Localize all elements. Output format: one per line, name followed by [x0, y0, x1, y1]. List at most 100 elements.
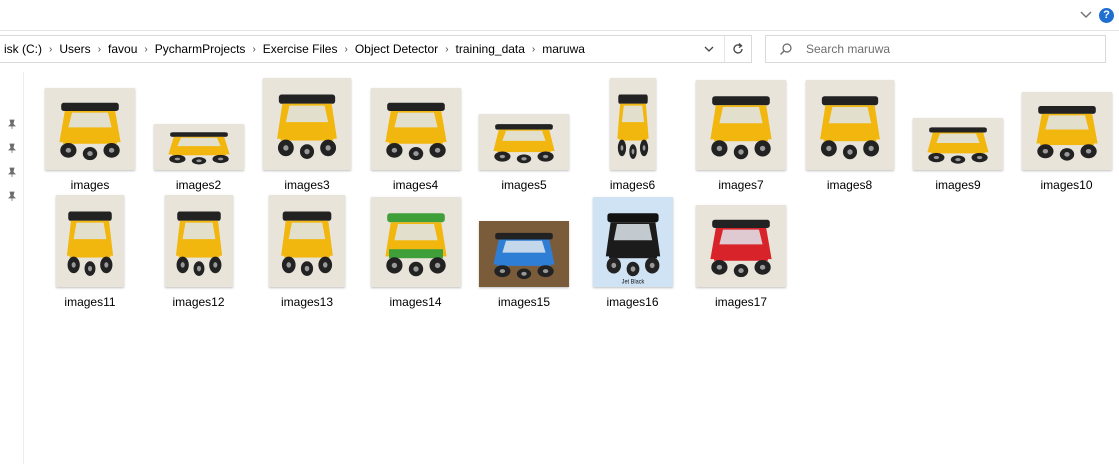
file-name-label: images7	[718, 178, 764, 192]
rickshaw-thumbnail-image	[913, 118, 1003, 170]
file-item[interactable]: Jet Black images16	[583, 195, 683, 311]
file-list: images images2 images3 images4 images5 images…	[40, 78, 1119, 464]
search-input[interactable]: Search maruwa	[806, 42, 890, 56]
file-thumbnail[interactable]	[1021, 92, 1112, 170]
breadcrumb: isk (C:) › Users › favou › PycharmProjects › Exe…	[0, 36, 589, 62]
rickshaw-thumbnail-image	[45, 88, 135, 170]
file-thumbnail[interactable]	[153, 124, 244, 170]
file-thumbnail[interactable]	[609, 78, 656, 170]
file-thumbnail[interactable]: Jet Black	[592, 197, 673, 287]
breadcrumb-item[interactable]: maruwa	[538, 42, 589, 56]
file-item[interactable]: images12	[149, 195, 249, 311]
search-icon	[780, 43, 792, 55]
file-item[interactable]: images2	[149, 78, 249, 194]
rickshaw-thumbnail-image	[56, 195, 124, 287]
breadcrumb-separator-icon[interactable]: ›	[141, 44, 150, 55]
file-name-label: images12	[172, 295, 225, 309]
breadcrumb-item[interactable]: training_data	[452, 42, 529, 56]
breadcrumb-separator-icon[interactable]: ›	[95, 44, 104, 55]
file-thumbnail[interactable]	[56, 195, 124, 287]
rickshaw-thumbnail-image	[370, 197, 461, 287]
file-thumbnail[interactable]	[913, 118, 1003, 170]
file-name-label: images16	[606, 295, 659, 309]
file-item[interactable]: images11	[40, 195, 140, 311]
file-name-label: images4	[392, 178, 439, 192]
rickshaw-thumbnail-image	[696, 80, 786, 170]
breadcrumb-separator-icon[interactable]: ›	[341, 44, 350, 55]
file-thumbnail[interactable]	[805, 80, 894, 170]
file-item[interactable]: images7	[691, 78, 791, 194]
rickshaw-thumbnail-image	[805, 80, 894, 170]
file-item[interactable]: images8	[800, 78, 900, 194]
file-item[interactable]: images14	[366, 195, 466, 311]
file-thumbnail[interactable]	[45, 88, 135, 170]
file-thumbnail[interactable]	[370, 197, 461, 287]
breadcrumb-item[interactable]: PycharmProjects	[151, 42, 250, 56]
rickshaw-thumbnail-image	[370, 88, 461, 170]
file-thumbnail[interactable]	[263, 78, 351, 170]
rickshaw-thumbnail-image	[269, 195, 345, 287]
file-item[interactable]: images3	[257, 78, 357, 194]
file-item[interactable]: images5	[474, 78, 574, 194]
navigation-row: isk (C:) › Users › favou › PycharmProjects › Exe…	[0, 34, 1119, 66]
file-thumbnail[interactable]	[269, 195, 345, 287]
file-thumbnail[interactable]	[370, 88, 461, 170]
file-thumbnail[interactable]	[479, 221, 569, 287]
file-name-label: images11	[64, 295, 116, 309]
chevron-down-icon[interactable]	[1078, 6, 1094, 22]
ribbon-bar: ?	[0, 0, 1119, 31]
file-name-label: images5	[501, 178, 547, 192]
help-button[interactable]: ?	[1099, 8, 1114, 23]
file-thumbnail[interactable]	[696, 80, 786, 170]
file-name-label: images2	[175, 178, 222, 192]
rickshaw-thumbnail-image	[1021, 92, 1112, 170]
rickshaw-thumbnail-image	[696, 205, 786, 287]
breadcrumb-item[interactable]: Object Detector	[351, 42, 442, 56]
file-item[interactable]: images10	[1017, 78, 1117, 194]
pin-icon[interactable]	[6, 166, 18, 178]
file-name-label: images6	[609, 178, 656, 192]
breadcrumb-item[interactable]: Exercise Files	[259, 42, 342, 56]
address-history-dropdown[interactable]	[696, 36, 722, 62]
address-bar[interactable]: isk (C:) › Users › favou › PycharmProjects › Exe…	[0, 35, 752, 63]
chevron-down-icon	[704, 46, 714, 52]
thumbnail-overlay-text: Jet Black	[621, 279, 644, 285]
breadcrumb-separator-icon[interactable]: ›	[529, 44, 538, 55]
file-item[interactable]: images15	[474, 195, 574, 311]
file-item[interactable]: images17	[691, 195, 791, 311]
file-item[interactable]: images	[40, 78, 140, 194]
breadcrumb-item[interactable]: Users	[55, 42, 94, 56]
breadcrumb-separator-icon[interactable]: ›	[249, 44, 258, 55]
navigation-pane	[0, 72, 24, 464]
file-item[interactable]: images4	[366, 78, 466, 194]
pin-icon[interactable]	[6, 190, 18, 202]
file-thumbnail[interactable]	[696, 205, 786, 287]
file-thumbnail[interactable]	[479, 114, 569, 170]
file-name-label: images17	[714, 295, 768, 309]
refresh-button[interactable]	[724, 36, 751, 62]
breadcrumb-separator-icon[interactable]: ›	[442, 44, 451, 55]
file-name-label: images9	[935, 178, 981, 192]
rickshaw-thumbnail-image	[263, 78, 351, 170]
file-item[interactable]: images13	[257, 195, 357, 311]
rickshaw-thumbnail-image	[609, 78, 656, 170]
refresh-icon	[733, 43, 743, 54]
file-name-label: images	[70, 178, 110, 192]
breadcrumb-item[interactable]: isk (C:)	[0, 42, 46, 56]
breadcrumb-item[interactable]: favou	[104, 42, 141, 56]
pin-icon[interactable]	[6, 118, 18, 130]
file-item[interactable]: images9	[908, 78, 1008, 194]
file-thumbnail[interactable]	[164, 195, 233, 287]
rickshaw-thumbnail-image: Jet Black	[592, 197, 673, 287]
file-name-label: images8	[826, 178, 873, 192]
file-name-label: images10	[1040, 178, 1093, 192]
breadcrumb-separator-icon[interactable]: ›	[46, 44, 55, 55]
file-name-label: images14	[389, 295, 442, 309]
rickshaw-thumbnail-image	[479, 114, 569, 170]
file-name-label: images3	[284, 178, 330, 192]
pin-icon[interactable]	[6, 142, 18, 154]
search-box[interactable]: Search maruwa	[765, 35, 1106, 63]
file-name-label: images15	[497, 295, 551, 309]
file-item[interactable]: images6	[583, 78, 683, 194]
rickshaw-thumbnail-image	[153, 124, 244, 170]
